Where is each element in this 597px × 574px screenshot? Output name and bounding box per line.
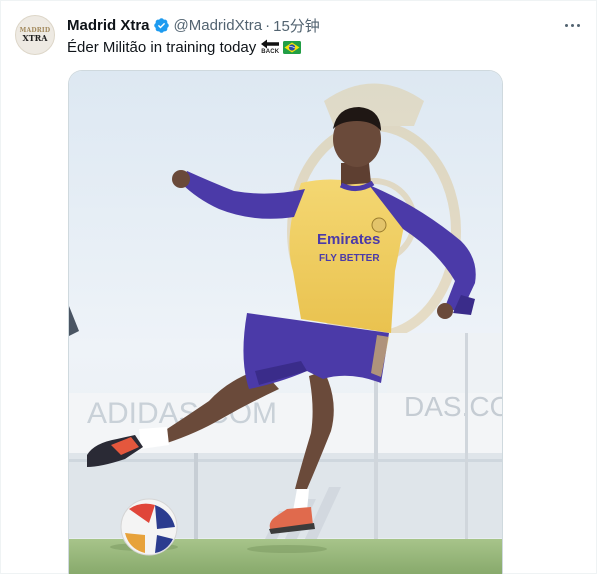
tweet-header: Madrid Xtra @MadridXtra · 15分钟 <box>67 15 320 35</box>
banner-text-right: DAS.COM <box>404 391 503 422</box>
user-handle[interactable]: @MadridXtra <box>174 17 263 34</box>
separator-dot: · <box>265 16 271 34</box>
sponsor-line-2: FLY BETTER <box>319 253 380 264</box>
back-arrow-icon: BACK <box>260 39 280 57</box>
football <box>120 498 178 556</box>
tweet-photo[interactable]: ADIDAS COM DAS.COM <box>68 70 503 574</box>
tweet-text-body: Éder Militão in training today <box>67 38 257 56</box>
tweet-text: Éder Militão in training today BACK <box>67 38 302 57</box>
sponsor-line-1: Emirates <box>317 231 380 248</box>
timestamp[interactable]: 15分钟 <box>273 15 320 36</box>
back-arrow-label: BACK <box>261 49 280 55</box>
more-options-icon[interactable] <box>560 15 584 35</box>
player-training-photo: ADIDAS COM DAS.COM <box>69 71 503 574</box>
avatar-text-bottom: XTRA <box>22 33 48 43</box>
verified-badge-icon[interactable] <box>153 17 170 34</box>
display-name[interactable]: Madrid Xtra <box>67 17 150 34</box>
brazil-flag-icon <box>283 40 302 54</box>
avatar[interactable]: MADRID XTRA <box>15 15 55 55</box>
tweet-card[interactable]: MADRID XTRA Madrid Xtra @MadridXtra · 15… <box>0 0 597 574</box>
